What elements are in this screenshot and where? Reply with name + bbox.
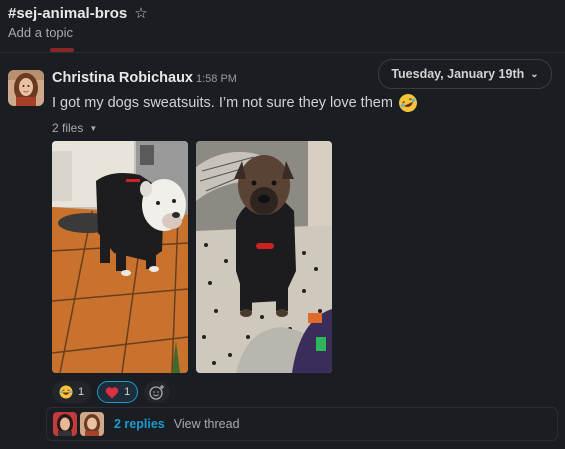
caret-down-icon: ▼ xyxy=(89,123,98,133)
message-text: I got my dogs sweatsuits. I’m not sure t… xyxy=(52,95,393,111)
reply-avatar-1 xyxy=(53,412,77,436)
message-text-row: I got my dogs sweatsuits. I’m not sure t… xyxy=(52,93,418,113)
files-toggle[interactable]: 2 files ▼ xyxy=(52,121,97,135)
chevron-down-icon: ⌄ xyxy=(530,68,539,80)
channel-topic[interactable]: Add a topic xyxy=(8,25,73,40)
joy-emoji-icon xyxy=(59,385,73,399)
reaction-heart[interactable]: 1 xyxy=(97,381,139,403)
reactions-row: 1 1 xyxy=(52,381,171,403)
channel-header: #sej-animal-bros ☆ Add a topic xyxy=(0,0,565,53)
add-reaction-button[interactable] xyxy=(144,381,171,403)
star-icon[interactable]: ☆ xyxy=(134,4,147,22)
files-label: 2 files xyxy=(52,121,84,135)
date-divider-button[interactable]: Tuesday, January 19th ⌄ xyxy=(378,59,552,89)
attachment-image-2[interactable] xyxy=(196,141,332,373)
rofl-emoji xyxy=(398,93,418,113)
reaction-count: 1 xyxy=(124,386,131,398)
attachment-image-1[interactable] xyxy=(52,141,188,373)
channel-title[interactable]: #sej-animal-bros ☆ xyxy=(8,4,148,23)
heart-emoji-icon xyxy=(105,386,119,398)
reply-avatar-2 xyxy=(80,412,104,436)
reaction-count: 1 xyxy=(78,386,85,398)
channel-name[interactable]: #sej-animal-bros xyxy=(8,5,127,22)
reaction-joy[interactable]: 1 xyxy=(52,381,92,403)
replies-link[interactable]: 2 replies xyxy=(114,417,165,431)
avatar[interactable] xyxy=(8,70,44,106)
thread-summary[interactable]: 2 replies View thread xyxy=(46,407,558,441)
date-label: Tuesday, January 19th xyxy=(391,67,525,81)
previous-message-sliver xyxy=(50,48,74,52)
message-timestamp[interactable]: 1:58 PM xyxy=(196,73,237,85)
message-author[interactable]: Christina Robichaux xyxy=(52,70,193,86)
view-thread-link[interactable]: View thread xyxy=(174,417,240,431)
add-reaction-icon xyxy=(149,385,165,400)
